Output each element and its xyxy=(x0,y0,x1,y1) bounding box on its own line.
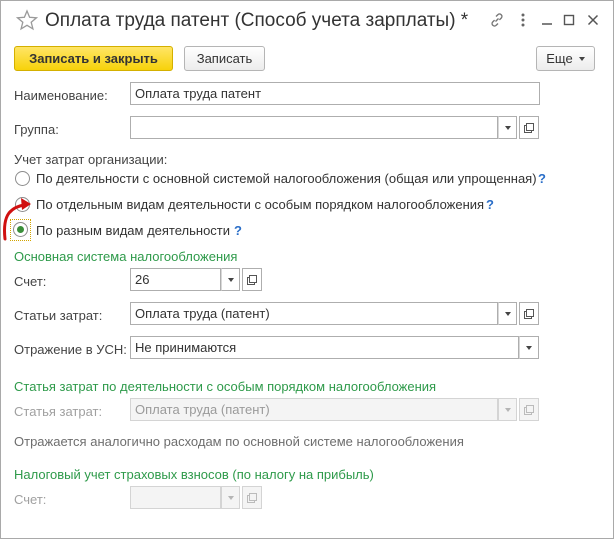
radio-main-system[interactable] xyxy=(15,171,30,186)
more-label: Еще xyxy=(546,51,573,66)
special-tax-section-title: Статья затрат по деятельности с особым п… xyxy=(14,379,437,394)
open-form-icon xyxy=(524,404,534,415)
group-field[interactable] xyxy=(130,116,498,139)
link-icon[interactable] xyxy=(487,10,507,30)
usn-field[interactable]: Не принимаются xyxy=(130,336,519,359)
chevron-down-icon xyxy=(504,311,511,316)
account-dropdown-button[interactable] xyxy=(221,268,240,291)
name-label: Наименование: xyxy=(14,88,108,103)
radio-main-system-label: По деятельности с основной системой нало… xyxy=(36,171,537,186)
open-form-icon xyxy=(524,122,534,133)
account-label: Счет: xyxy=(14,274,47,289)
open-form-icon xyxy=(524,308,534,319)
menu-dots-icon[interactable] xyxy=(513,10,533,30)
main-tax-section-title: Основная система налогообложения xyxy=(14,249,238,264)
help-different-activities[interactable]: ? xyxy=(234,223,242,238)
chevron-down-icon xyxy=(504,125,511,130)
special-cost-item-field: Оплата труда (патент) xyxy=(130,398,498,421)
group-open-button[interactable] xyxy=(519,116,539,139)
radio-different-activities-label: По разным видам деятельности xyxy=(36,223,231,238)
special-cost-item-open-button xyxy=(519,398,539,421)
annotation-arrow-icon xyxy=(3,198,31,241)
window-title: Оплата труда патент (Способ учета зарпла… xyxy=(45,10,469,31)
cost-items-label: Статьи затрат: xyxy=(14,308,103,323)
insurance-account-label: Счет: xyxy=(14,492,47,507)
help-main-system[interactable]: ? xyxy=(538,171,546,186)
chevron-down-icon xyxy=(504,407,511,412)
usn-dropdown-button[interactable] xyxy=(519,336,539,359)
close-icon[interactable] xyxy=(583,10,603,30)
special-cost-item-dropdown-button xyxy=(498,398,517,421)
cost-items-dropdown-button[interactable] xyxy=(498,302,517,325)
form-window: Оплата труда патент (Способ учета зарпла… xyxy=(0,0,614,539)
radio-special-system-label: По отдельным видам деятельности с особым… xyxy=(36,197,485,212)
usn-label: Отражение в УСН: xyxy=(14,342,127,357)
name-field[interactable]: Оплата труда патент xyxy=(130,82,540,105)
cost-accounting-label: Учет затрат организации: xyxy=(14,152,168,167)
open-form-icon xyxy=(247,274,257,285)
cost-items-field[interactable]: Оплата труда (патент) xyxy=(130,302,498,325)
save-button[interactable]: Записать xyxy=(184,46,265,71)
group-label: Группа: xyxy=(14,122,59,137)
minimize-icon[interactable] xyxy=(537,10,557,30)
special-cost-item-label: Статья затрат: xyxy=(14,404,103,419)
maximize-icon[interactable] xyxy=(559,10,579,30)
chevron-down-icon xyxy=(578,56,585,61)
chevron-down-icon xyxy=(227,277,234,282)
group-dropdown-button[interactable] xyxy=(498,116,517,139)
insurance-account-dropdown-button xyxy=(221,486,240,509)
cost-items-open-button[interactable] xyxy=(519,302,539,325)
insurance-account-field xyxy=(130,486,221,509)
save-and-close-button[interactable]: Записать и закрыть xyxy=(14,46,173,71)
chevron-down-icon xyxy=(227,495,234,500)
special-tax-note: Отражается аналогично расходам по основн… xyxy=(14,434,464,449)
insurance-account-open-button xyxy=(242,486,262,509)
help-special-system[interactable]: ? xyxy=(486,197,494,212)
account-open-button[interactable] xyxy=(242,268,262,291)
open-form-icon xyxy=(247,492,257,503)
account-field[interactable]: 26 xyxy=(130,268,221,291)
insurance-section-title: Налоговый учет страховых взносов (по нал… xyxy=(14,467,374,482)
star-icon[interactable] xyxy=(16,9,38,31)
more-button[interactable]: Еще xyxy=(536,46,595,71)
chevron-down-icon xyxy=(526,345,532,350)
